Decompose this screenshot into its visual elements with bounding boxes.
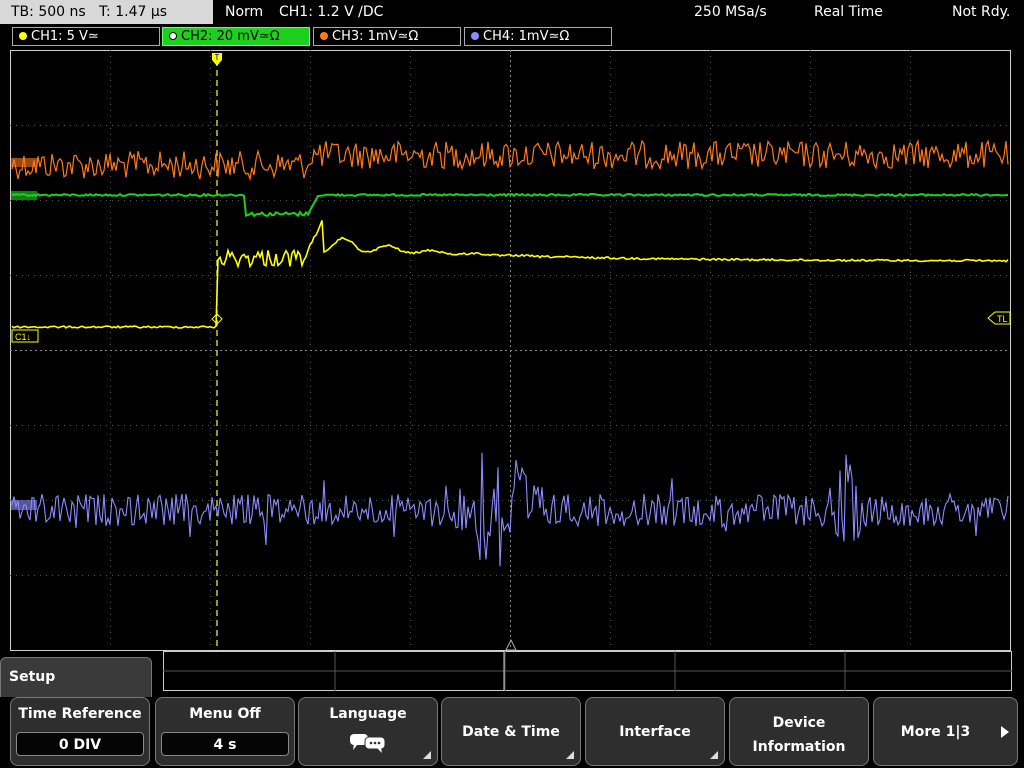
date-time-softkey[interactable]: Date & Time xyxy=(441,697,581,766)
sample-rate: 250 MSa/s xyxy=(694,4,767,20)
submenu-indicator-icon xyxy=(566,751,574,759)
trigger-state: Not Rdy. xyxy=(952,4,1011,20)
device-info-line2: Information xyxy=(752,739,846,755)
waveform-display[interactable]: T C1↓ TL xyxy=(10,50,1011,651)
trigger-position-label: T xyxy=(215,53,220,62)
device-info-line1: Device xyxy=(772,715,826,731)
trigger-time-value: T: 1.47 µs xyxy=(99,4,168,20)
ch3-label: CH3: 1mV≃Ω xyxy=(332,29,419,44)
ch4-color-dot xyxy=(471,32,479,40)
device-information-softkey[interactable]: Device Information xyxy=(729,697,869,766)
trigger-info[interactable]: CH1: 1.2 V ∕DC xyxy=(279,0,383,24)
time-reference-label: Time Reference xyxy=(18,706,142,722)
acquisition-type: Real Time xyxy=(814,4,883,20)
speech-bubbles-icon xyxy=(350,734,386,753)
menu-title-setup: Setup xyxy=(0,657,152,697)
channel-tab-ch3[interactable]: CH3: 1mV≃Ω xyxy=(313,27,461,46)
date-time-label: Date & Time xyxy=(462,724,560,740)
ch3-offset-marker[interactable] xyxy=(11,158,37,167)
timebase-value: TB: 500 ns xyxy=(11,4,86,20)
menu-off-value: 4 s xyxy=(161,732,289,756)
ch1-label: CH1: 5 V≃ xyxy=(31,29,99,44)
more-label: More 1|3 xyxy=(900,724,971,740)
lower-info-strip xyxy=(163,651,1012,691)
acquisition-mode[interactable]: Norm xyxy=(225,0,263,24)
trigger-level-label: TL xyxy=(997,314,1008,324)
ch2-label: CH2: 20 mV≃Ω xyxy=(181,29,280,44)
next-page-arrow-icon xyxy=(1001,726,1009,738)
menu-off-label: Menu Off xyxy=(189,706,261,722)
menu-off-softkey[interactable]: Menu Off 4 s xyxy=(155,697,295,766)
channel-tab-ch4[interactable]: CH4: 1mV≃Ω xyxy=(464,27,612,46)
time-reference-value: 0 DIV xyxy=(16,732,144,756)
ch2-offset-marker[interactable] xyxy=(11,191,37,200)
menu-title: Setup xyxy=(9,669,56,685)
ch1-color-dot xyxy=(19,32,27,40)
interface-label: Interface xyxy=(619,724,691,740)
channel-tab-ch2[interactable]: CH2: 20 mV≃Ω xyxy=(162,27,310,46)
language-label: Language xyxy=(329,706,407,722)
device-info-label: Device Information xyxy=(730,711,868,759)
ch2-color-dot xyxy=(169,32,177,40)
ch4-offset-marker[interactable] xyxy=(11,500,37,510)
timebase-readout[interactable]: TB: 500 ns T: 1.47 µs xyxy=(0,0,213,24)
interface-softkey[interactable]: Interface xyxy=(585,697,725,766)
submenu-indicator-icon xyxy=(423,751,431,759)
channel-tab-ch1[interactable]: CH1: 5 V≃ xyxy=(12,27,160,46)
lower-strip-grid xyxy=(163,651,1012,691)
ch4-label: CH4: 1mV≃Ω xyxy=(483,29,570,44)
ch3-color-dot xyxy=(320,32,328,40)
more-softkey[interactable]: More 1|3 xyxy=(873,697,1018,766)
ch1-offset-label: C1↓ xyxy=(15,332,31,342)
submenu-indicator-icon xyxy=(710,751,718,759)
time-reference-softkey[interactable]: Time Reference 0 DIV xyxy=(10,697,150,766)
language-softkey[interactable]: Language xyxy=(298,697,438,766)
